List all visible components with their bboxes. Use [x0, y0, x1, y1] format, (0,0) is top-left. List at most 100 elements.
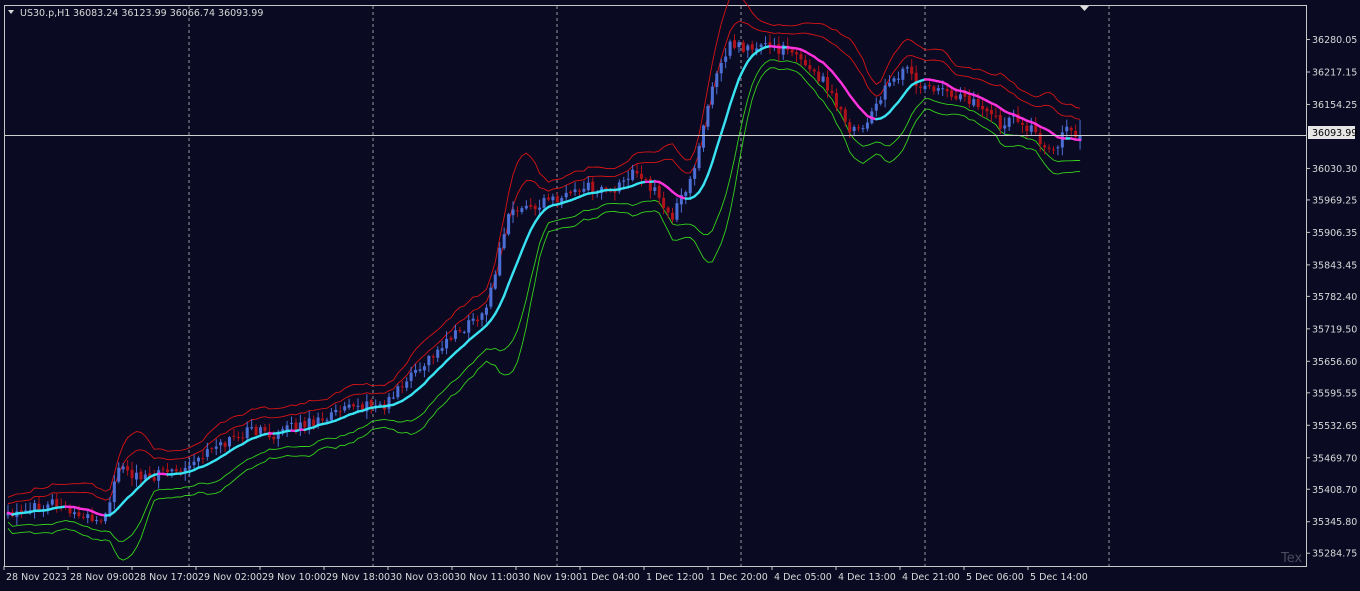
x-tick-label: 5 Dec 06:00	[966, 572, 1024, 583]
candle-body	[494, 275, 497, 289]
candle-body	[356, 406, 359, 407]
candle-body	[720, 63, 723, 73]
candle-body	[839, 107, 842, 109]
candle-body	[401, 386, 404, 387]
x-tick-label: 29 Nov 10:00	[262, 572, 326, 583]
candle-body	[941, 88, 944, 89]
candle-body	[241, 437, 244, 438]
x-tick-label: 29 Nov 02:00	[198, 572, 262, 583]
candle-body	[671, 213, 674, 220]
candle-body	[201, 458, 204, 459]
candle-body	[108, 502, 111, 514]
candle-body	[760, 45, 763, 47]
candle-body	[569, 192, 572, 193]
candle-body	[343, 406, 346, 410]
y-tick-label: 35469.70	[1312, 453, 1357, 464]
candle-body	[799, 54, 802, 59]
candle-body	[662, 198, 665, 208]
candle-body	[777, 44, 780, 54]
candle-body	[857, 127, 860, 128]
candle-body	[219, 442, 222, 445]
candle-body	[454, 330, 457, 339]
candle-body	[963, 93, 966, 97]
x-tick-label: 30 Nov 19:00	[518, 572, 582, 583]
chart-header: US30.p,H1 36083.24 36123.99 36066.74 360…	[8, 8, 263, 19]
candle-body	[379, 404, 382, 405]
candle-body	[804, 60, 807, 65]
candle-body	[746, 46, 749, 51]
price-label-tag: 36093.99	[1308, 126, 1357, 139]
candle-body	[476, 320, 479, 322]
chart-background	[0, 0, 1360, 587]
candle-body	[290, 423, 293, 424]
candle-body	[946, 89, 949, 91]
candle-body	[861, 128, 864, 129]
x-tick-label: 28 Nov 17:00	[134, 572, 198, 583]
x-tick-label: 30 Nov 03:00	[390, 572, 454, 583]
candle-body	[86, 514, 89, 518]
candle-body	[866, 123, 869, 129]
x-tick-label: 1 Dec 04:00	[582, 572, 640, 583]
candle-body	[715, 73, 718, 87]
y-tick-label: 35906.35	[1312, 228, 1357, 239]
candle-body	[410, 373, 413, 381]
candle-body	[467, 320, 470, 332]
candle-body	[534, 206, 537, 209]
candle-body	[170, 470, 173, 472]
candle-body	[706, 106, 709, 127]
price-chart[interactable]: 36280.0536217.1536154.2536030.3035969.25…	[0, 0, 1360, 587]
candle-body	[1025, 126, 1028, 131]
candle-body	[418, 369, 421, 371]
candle-body	[582, 189, 585, 192]
candle-body	[20, 510, 23, 512]
candle-body	[525, 206, 528, 209]
candle-body	[263, 427, 266, 431]
candle-body	[33, 503, 36, 510]
candle-body	[489, 288, 492, 307]
candle-body	[627, 179, 630, 180]
candle-body	[822, 76, 825, 81]
candle-body	[95, 520, 98, 521]
candle-body	[977, 99, 980, 107]
chart-canvas[interactable]: 36280.0536217.1536154.2536030.3035969.25…	[0, 0, 1360, 587]
candle-body	[162, 469, 165, 470]
candle-body	[830, 91, 833, 93]
x-tick-label: 28 Nov 2023	[6, 572, 67, 583]
candle-body	[423, 366, 426, 370]
candle-body	[813, 70, 816, 72]
x-tick-label: 5 Dec 14:00	[1030, 572, 1088, 583]
symbol-label: US30.p,H1	[20, 8, 70, 19]
candle-body	[321, 419, 324, 421]
candle-body	[875, 104, 878, 111]
candle-body	[51, 499, 54, 504]
candle-body	[551, 197, 554, 201]
candle-body	[906, 67, 909, 68]
candle-body	[578, 191, 581, 192]
candle-body	[990, 110, 993, 114]
candle-body	[817, 72, 820, 82]
candle-body	[888, 83, 891, 87]
candle-body	[928, 85, 931, 86]
candle-body	[414, 370, 417, 373]
candle-body	[131, 470, 134, 478]
candle-body	[826, 77, 829, 91]
candle-body	[901, 69, 904, 80]
candle-body	[91, 515, 94, 521]
candle-body	[352, 404, 355, 406]
candle-body	[622, 181, 625, 182]
candle-body	[693, 168, 696, 179]
candle-body	[100, 521, 103, 522]
candle-body	[197, 458, 200, 462]
x-tick-label: 4 Dec 13:00	[838, 572, 896, 583]
candle-body	[543, 198, 546, 208]
x-tick-label: 4 Dec 05:00	[774, 572, 832, 583]
candle-body	[55, 499, 58, 507]
candle-body	[325, 420, 328, 421]
candle-body	[77, 512, 80, 516]
candle-body	[689, 179, 692, 193]
candle-body	[844, 109, 847, 121]
candle-body	[113, 482, 116, 503]
x-tick-label: 29 Nov 18:00	[326, 572, 390, 583]
y-tick-label: 35532.65	[1312, 421, 1357, 432]
candle-body	[729, 42, 732, 56]
